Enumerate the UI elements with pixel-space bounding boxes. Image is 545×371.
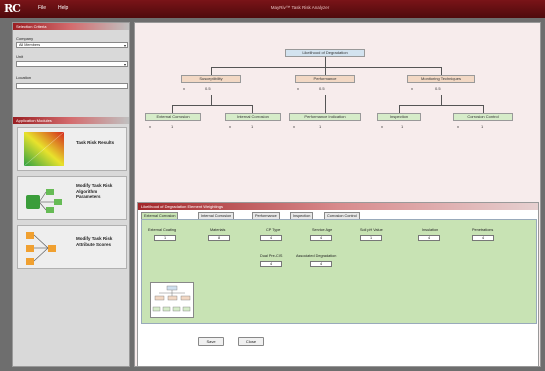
node-weight: 1 <box>171 124 174 129</box>
tab-external-corrosion[interactable]: External Corrosion <box>141 212 179 219</box>
tree-connector <box>211 67 441 68</box>
selection-panel-header: Selection Criteria <box>13 23 129 30</box>
tree-node-susceptibility[interactable]: Susceptibility <box>181 75 241 83</box>
tree-connector <box>172 105 252 106</box>
tab-inspection[interactable]: Inspection <box>290 212 314 219</box>
hierarchy-icon <box>26 232 56 265</box>
menu-file[interactable]: File <box>38 5 46 11</box>
tree-connector <box>483 105 484 113</box>
tree-connector <box>325 95 326 113</box>
tab-content: External Coating 1 Materials 8 CP Type 4… <box>141 219 537 324</box>
attribute-scores-label: Modify Task Risk Attribute Scores <box>76 236 113 247</box>
field-label: Penetrations <box>472 228 494 232</box>
company-label: Company <box>16 36 34 41</box>
chevron-down-icon: ▾ <box>123 62 126 67</box>
tree-connector <box>325 57 326 67</box>
tab-performance[interactable]: Performance <box>252 212 280 219</box>
tree-node-monitoring[interactable]: Monitoring Techniques <box>407 75 475 83</box>
insulation-input[interactable]: 4 <box>418 235 440 241</box>
node-sign: x <box>457 124 459 129</box>
weightings-panel-header: Likelihood of Degradation Element Weight… <box>138 203 538 210</box>
cp-type-input[interactable]: 4 <box>260 235 282 241</box>
node-sign: x <box>411 86 413 91</box>
tree-node-internal-corrosion[interactable]: Internal Corrosion <box>225 113 281 121</box>
node-sign: x <box>381 124 383 129</box>
task-risk-results-card[interactable]: Task Risk Results <box>17 127 127 171</box>
node-sign: x <box>183 86 185 91</box>
node-weight: 1 <box>319 124 322 129</box>
node-sign: x <box>293 124 295 129</box>
node-weight: 0.5 <box>435 86 441 91</box>
algorithm-parameters-label: Modify Task Risk Algorithm Parameters <box>76 183 113 199</box>
node-sign: x <box>229 124 231 129</box>
tree-connector <box>441 95 442 105</box>
field-label: Service Age <box>312 228 333 232</box>
unit-label: Unit <box>16 54 24 59</box>
tree-node-external-corrosion[interactable]: External Corrosion <box>145 113 201 121</box>
node-weight: 1 <box>481 124 484 129</box>
chevron-down-icon: ▾ <box>123 43 126 48</box>
tree-connector <box>172 105 173 113</box>
tree-node-performance[interactable]: Performance <box>295 75 355 83</box>
tree-node-corrosion-control[interactable]: Corrosion Control <box>453 113 513 121</box>
company-select[interactable]: All Members ▾ <box>16 42 128 48</box>
field-label: CP Type <box>266 228 281 232</box>
unit-select[interactable]: ▾ <box>16 61 128 67</box>
tree-connector <box>399 105 400 113</box>
app-logo: RC <box>4 2 21 15</box>
service-age-input[interactable]: 4 <box>310 235 332 241</box>
node-weight: 1 <box>401 124 404 129</box>
title-bar: RC File Help MayRiv™ Task Risk Analyzer <box>0 0 545 18</box>
tree-connector <box>252 105 253 113</box>
soil-ph-input[interactable]: 1 <box>360 235 382 241</box>
tree-root-node[interactable]: Likelihood of Degradation <box>285 49 365 57</box>
tree-connector <box>325 67 326 75</box>
tree-connector <box>211 67 212 75</box>
node-weight: 0.5 <box>319 86 325 91</box>
weightings-panel: Likelihood of Degradation Element Weight… <box>137 202 539 367</box>
diagram-thumbnail[interactable] <box>150 282 194 318</box>
location-field[interactable] <box>16 83 128 89</box>
tree-node-inspection[interactable]: Inspection <box>377 113 421 121</box>
algorithm-parameters-card[interactable]: Modify Task Risk Algorithm Parameters <box>17 176 127 220</box>
external-coating-input[interactable]: 1 <box>154 235 176 241</box>
penetrations-input[interactable]: 4 <box>472 235 494 241</box>
tree-node-performance-indication[interactable]: Performance Indication <box>289 113 361 121</box>
risk-matrix-icon <box>24 132 65 167</box>
node-weight: 1 <box>251 124 254 129</box>
window-title: MayRiv™ Task Risk Analyzer <box>270 5 330 10</box>
node-sign: x <box>297 86 299 91</box>
field-label: External Coating <box>148 228 177 232</box>
tab-corrosion-control[interactable]: Corrosion Control <box>324 212 360 219</box>
menu-help[interactable]: Help <box>58 5 68 11</box>
network-icon <box>26 189 62 213</box>
task-risk-results-label: Task Risk Results <box>76 140 115 145</box>
modules-panel-header: Application Modules <box>13 117 129 124</box>
save-button[interactable]: Save <box>198 337 224 346</box>
tree-connector <box>441 67 442 75</box>
sidebar: Selection Criteria Company All Members ▾… <box>12 22 130 367</box>
node-sign: x <box>149 124 151 129</box>
dual-pre-cis-input[interactable]: 4 <box>260 261 282 267</box>
node-weight: 0.5 <box>205 86 211 91</box>
tree-connector <box>211 95 212 105</box>
field-label: Dual Pre-CIS <box>260 254 283 258</box>
close-button[interactable]: Close <box>238 337 264 346</box>
attribute-scores-card[interactable]: Modify Task Risk Attribute Scores <box>17 225 127 269</box>
field-label: Materials <box>210 228 226 232</box>
location-label: Location <box>16 75 32 80</box>
field-label: Soil pH Value <box>360 228 383 232</box>
tree-connector <box>399 105 483 106</box>
materials-input[interactable]: 8 <box>208 235 230 241</box>
field-label: Insulation <box>422 228 439 232</box>
company-value: All Members <box>19 43 41 47</box>
tab-internal-corrosion[interactable]: Internal Corrosion <box>198 212 235 219</box>
diagram-thumbnail-icon <box>152 285 191 312</box>
associated-degradation-input[interactable]: 4 <box>310 261 332 267</box>
field-label: Associated Degradation <box>296 254 337 258</box>
